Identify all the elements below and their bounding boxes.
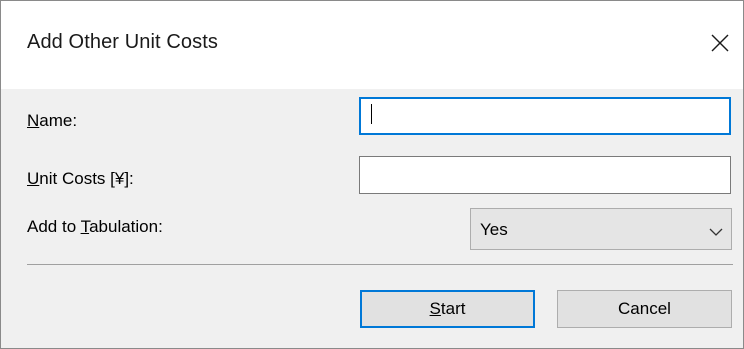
start-button-label: tart (440, 299, 466, 318)
start-button[interactable]: Start (360, 290, 535, 328)
name-label: Name: (27, 111, 77, 131)
dialog-window: Add Other Unit Costs Name: Unit Costs [¥… (0, 0, 744, 349)
start-button-mnemonic: S (429, 299, 441, 318)
name-label-mnemonic: N (27, 111, 40, 130)
unit-costs-label: Unit Costs [¥]: (27, 169, 134, 189)
chevron-down-icon (709, 224, 723, 242)
title-bar: Add Other Unit Costs (1, 1, 743, 89)
unit-costs-input[interactable] (359, 156, 731, 194)
text-caret (371, 104, 372, 124)
cancel-button[interactable]: Cancel (557, 290, 732, 328)
close-icon (710, 33, 730, 53)
tabulation-label: Add to Tabulation: (27, 217, 163, 237)
tabulation-label-prefix: Add to (27, 217, 81, 236)
unit-costs-label-text: nit Costs [¥]: (39, 169, 134, 188)
unit-costs-label-mnemonic: U (27, 169, 40, 188)
name-label-text: ame: (39, 111, 78, 130)
divider (27, 264, 733, 265)
dialog-title: Add Other Unit Costs (27, 31, 218, 53)
tabulation-select[interactable]: Yes (470, 208, 732, 250)
tabulation-selected-value: Yes (480, 220, 508, 239)
name-input[interactable] (359, 97, 731, 135)
tabulation-label-mnemonic: T (80, 217, 90, 236)
close-button[interactable] (697, 21, 743, 65)
tabulation-label-text: abulation: (89, 217, 163, 236)
